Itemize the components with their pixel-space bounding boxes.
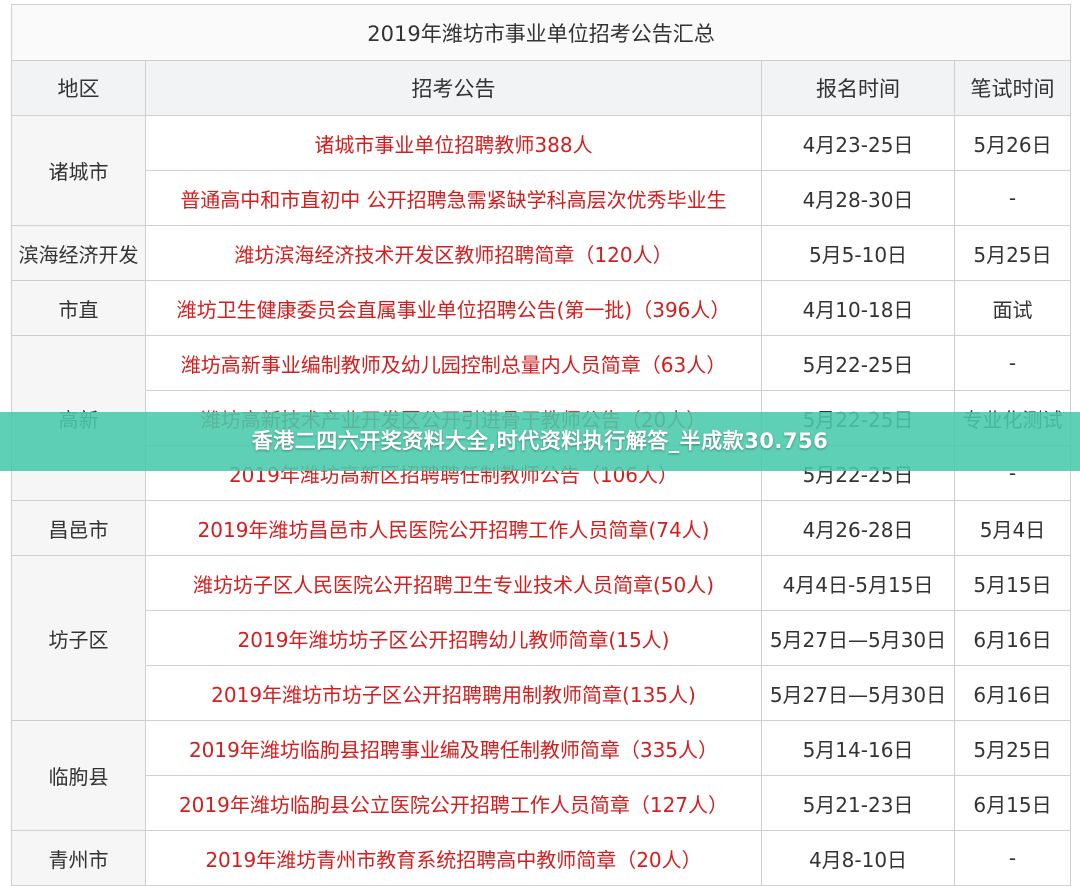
notice-link[interactable]: 2019年潍坊临朐县招聘事业编及聘任制教师简章（335人）: [145, 720, 762, 776]
signup-time: 4月10-18日: [761, 280, 955, 336]
signup-time: 4月28-30日: [761, 170, 955, 226]
signup-time: 4月26-28日: [761, 500, 955, 556]
notice-link[interactable]: 普通高中和市直初中 公开招聘急需紧缺学科高层次优秀毕业生: [145, 170, 762, 226]
region-cell: 昌邑市: [11, 500, 146, 556]
exam-time: 5月25日: [953, 720, 1072, 776]
table-title: 2019年潍坊市事业单位招考公告汇总: [10, 4, 1072, 61]
table-row: 临朐县 2019年潍坊临朐县招聘事业编及聘任制教师简章（335人） 5月14-1…: [11, 720, 1072, 831]
table-row: 2019年潍坊坊子区公开招聘幼儿教师简章(15人) 5月27日—5月30日 6月…: [12, 610, 1072, 666]
region-cell: 坊子区: [11, 555, 146, 721]
region-cell: 青州市: [11, 830, 146, 886]
notice-link[interactable]: 2019年潍坊昌邑市人民医院公开招聘工作人员简章(74人): [145, 500, 762, 556]
banner-text[interactable]: 香港二四六开奖资料大全,时代资料执行解答_半成款30.756: [0, 412, 1080, 471]
header-signup-time: 报名时间: [761, 60, 955, 116]
region-cell: 市直: [11, 280, 146, 336]
table-row: 2019年潍坊临朐县公立医院公开招聘工作人员简章（127人） 5月21-23日 …: [12, 775, 1072, 831]
header-exam-time: 笔试时间: [953, 60, 1072, 116]
exam-time: 5月26日: [953, 115, 1072, 171]
table-row: 市直 潍坊卫生健康委员会直属事业单位招聘公告(第一批)（396人） 4月10-1…: [11, 280, 1072, 336]
notice-link[interactable]: 2019年潍坊坊子区公开招聘幼儿教师简章(15人): [145, 610, 762, 666]
signup-time: 4月23-25日: [761, 115, 955, 171]
table-row: 高新 潍坊高新事业编制教师及幼儿园控制总量内人员简章（63人） 5月22-25日…: [11, 335, 1072, 501]
region-cell: 诸城市: [11, 115, 146, 226]
notice-link[interactable]: 潍坊高新事业编制教师及幼儿园控制总量内人员简章（63人）: [145, 335, 762, 391]
region-cell: 临朐县: [11, 720, 146, 831]
table-row: 昌邑市 2019年潍坊昌邑市人民医院公开招聘工作人员简章(74人) 4月26-2…: [11, 500, 1072, 556]
exam-time: -: [953, 170, 1072, 226]
signup-time: 5月21-23日: [761, 775, 955, 831]
exam-time: 6月16日: [953, 665, 1072, 721]
notice-link[interactable]: 诸城市事业单位招聘教师388人: [145, 115, 762, 171]
exam-time: 5月15日: [953, 555, 1072, 611]
table-row: 滨海经济开发 潍坊滨海经济技术开发区教师招聘简章（120人） 5月5-10日 5…: [11, 225, 1072, 281]
signup-time: 5月27日—5月30日: [761, 610, 955, 666]
exam-time: 5月4日: [953, 500, 1072, 556]
signup-time: 4月4日-5月15日: [761, 555, 955, 611]
exam-time: -: [953, 335, 1072, 391]
region-cell: 滨海经济开发: [11, 225, 146, 281]
signup-time: 5月14-16日: [761, 720, 955, 776]
notice-link[interactable]: 2019年潍坊临朐县公立医院公开招聘工作人员简章（127人）: [145, 775, 762, 831]
signup-time: 5月22-25日: [761, 335, 955, 391]
signup-time: 5月27日—5月30日: [761, 665, 955, 721]
table-header-row: 地区 招考公告 报名时间 笔试时间: [11, 60, 1072, 116]
notice-link[interactable]: 潍坊卫生健康委员会直属事业单位招聘公告(第一批)（396人）: [145, 280, 762, 336]
exam-time: 面试: [953, 280, 1072, 336]
table-row: 普通高中和市直初中 公开招聘急需紧缺学科高层次优秀毕业生 4月28-30日 -: [12, 170, 1072, 226]
table-row: 坊子区 潍坊坊子区人民医院公开招聘卫生专业技术人员简章(50人) 4月4日-5月…: [11, 555, 1072, 721]
notice-link[interactable]: 2019年潍坊市坊子区公开招聘聘用制教师简章(135人): [145, 665, 762, 721]
exam-time: 6月15日: [953, 775, 1072, 831]
exam-time: 5月25日: [953, 225, 1072, 281]
notice-link[interactable]: 2019年潍坊青州市教育系统招聘高中教师简章（20人）: [145, 830, 762, 886]
table-row: 2019年潍坊市坊子区公开招聘聘用制教师简章(135人) 5月27日—5月30日…: [12, 665, 1072, 721]
notice-link[interactable]: 潍坊坊子区人民医院公开招聘卫生专业技术人员简章(50人): [145, 555, 762, 611]
signup-time: 4月8-10日: [761, 830, 955, 886]
header-region: 地区: [11, 60, 146, 116]
header-notice: 招考公告: [145, 60, 762, 116]
notice-link[interactable]: 潍坊滨海经济技术开发区教师招聘简章（120人）: [145, 225, 762, 281]
table-row: 青州市 2019年潍坊青州市教育系统招聘高中教师简章（20人） 4月8-10日 …: [11, 830, 1072, 886]
table-title-row: 2019年潍坊市事业单位招考公告汇总: [10, 4, 1072, 61]
exam-time: -: [953, 830, 1072, 886]
table-row: 诸城市 诸城市事业单位招聘教师388人 4月23-25日 5月26日: [11, 115, 1072, 226]
exam-time: 6月16日: [953, 610, 1072, 666]
signup-time: 5月5-10日: [761, 225, 955, 281]
